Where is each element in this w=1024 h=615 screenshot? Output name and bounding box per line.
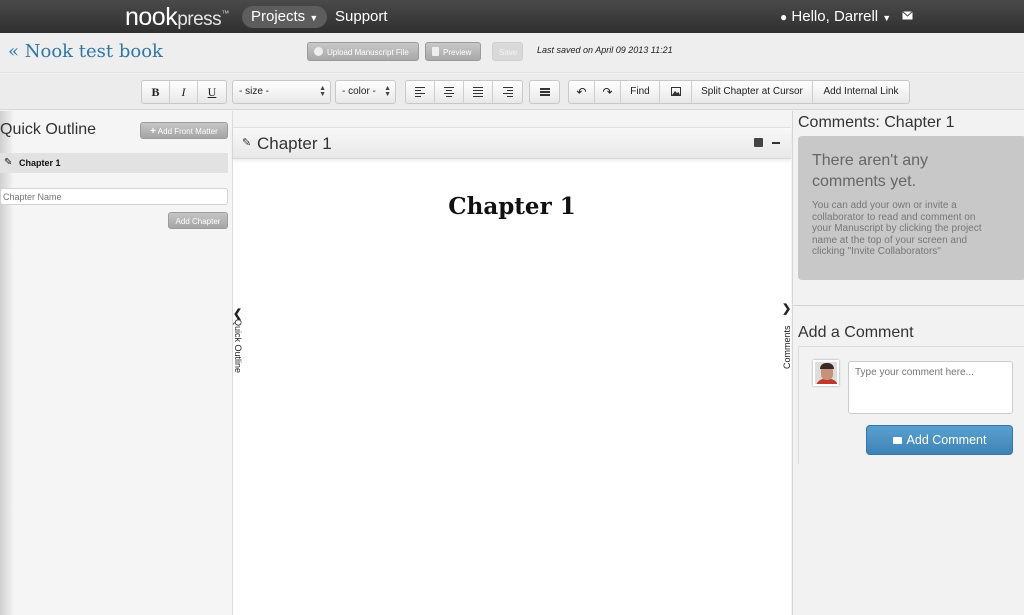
font-size-value: - size - (239, 86, 269, 97)
editor-toolbar: B I U - size - ▲ ▼ - color - ▲ ▼ ↶ ↷ Find … (0, 74, 1024, 110)
image-icon[interactable] (660, 81, 692, 103)
support-link[interactable]: Support (335, 6, 388, 28)
align-justify-icon[interactable] (464, 81, 493, 103)
add-front-matter-label: Add Front Matter (157, 127, 218, 136)
preview-label: Preview (443, 48, 472, 57)
chapter-editor: ✎ Chapter 1 Chapter 1 (233, 111, 791, 615)
align-center-icon[interactable] (435, 81, 464, 103)
chapter-header: ✎ Chapter 1 (233, 127, 791, 159)
add-comment-button[interactable]: Add Comment (866, 425, 1013, 455)
list-group (529, 80, 560, 104)
font-color-select[interactable]: - color - ▲ ▼ (335, 80, 396, 104)
top-nav: nookpress™ Projects ▼ Support ● Hello, D… (0, 0, 1024, 33)
pencil-icon: ✎ (4, 157, 13, 168)
split-chapter-button[interactable]: Split Chapter at Cursor (692, 81, 813, 103)
chapter-header-title[interactable]: Chapter 1 (257, 134, 332, 154)
comments-panel: Comments: Chapter 1 There aren't any com… (792, 111, 1024, 615)
user-icon: ● (780, 10, 788, 24)
align-left-icon[interactable] (406, 81, 435, 103)
mail-icon[interactable] (902, 11, 913, 20)
no-comments-text: You can add your own or invite a collabo… (812, 200, 982, 257)
projects-label: Projects (251, 8, 306, 25)
add-comment-title: Add a Comment (798, 324, 914, 341)
select-arrows-icon: ▲ ▼ (384, 85, 391, 98)
edit-icon[interactable]: ✎ (242, 136, 251, 149)
user-menu[interactable]: ● Hello, Darrell ▼ (780, 6, 891, 29)
quick-outline-title: Quick Outline (0, 121, 97, 138)
save-button[interactable]: Save (492, 42, 523, 61)
font-color-value: - color - (342, 86, 376, 97)
select-arrows-icon: ▲ ▼ (319, 85, 326, 98)
logo-nook: nook (125, 3, 178, 31)
redo-icon[interactable]: ↷ (595, 81, 621, 103)
chevron-down-icon: ▼ (309, 13, 319, 23)
logo-tm: ™ (221, 9, 229, 18)
align-right-icon[interactable] (493, 81, 522, 103)
outline-chapter-item[interactable]: ✎ Chapter 1 (0, 153, 228, 173)
preview-icon (432, 47, 439, 56)
add-front-matter-button[interactable]: + Add Front Matter (140, 122, 228, 139)
comments-tab-label[interactable]: Comments (782, 325, 792, 369)
comments-toggle[interactable]: ❯ (782, 303, 792, 315)
projects-menu[interactable]: Projects ▼ (242, 6, 328, 28)
minimize-icon[interactable] (772, 142, 780, 144)
text-style-group: B I U (141, 80, 227, 104)
no-comments-heading: There aren't any comments yet. (812, 152, 929, 190)
bold-button[interactable]: B (142, 81, 170, 103)
editor-top-strip (233, 111, 791, 127)
comment-input[interactable] (848, 361, 1013, 414)
add-comment-label: Add Comment (906, 433, 987, 447)
comments-title: Comments: Chapter 1 (798, 114, 955, 131)
preview-button[interactable]: Preview (425, 42, 481, 61)
no-comments-box: There aren't any comments yet. You can a… (798, 136, 1024, 280)
actions-group: ↶ ↷ Find Split Chapter at Cursor Add Int… (568, 80, 910, 104)
add-comment-form: Add Comment (798, 346, 1024, 464)
upload-icon (314, 47, 323, 56)
comment-icon (892, 437, 902, 444)
outline-chapter-label: Chapter 1 (19, 158, 61, 168)
divider (793, 305, 1024, 306)
chapter-name-input[interactable] (0, 188, 228, 205)
alignment-group (405, 80, 523, 104)
plus-icon: + (150, 126, 157, 137)
book-title-link[interactable]: « Nook test book (8, 41, 163, 62)
undo-icon[interactable]: ↶ (569, 81, 595, 103)
last-saved-status: Last saved on April 09 2013 11:21 (537, 45, 673, 55)
logo-press: press (177, 9, 222, 30)
find-button[interactable]: Find (621, 81, 660, 103)
add-chapter-button[interactable]: Add Chapter (168, 212, 228, 229)
save-icon[interactable] (754, 138, 763, 147)
project-header: « Nook test book Upload Manuscript File … (0, 33, 1024, 73)
quick-outline-tab-label[interactable]: Quick Outline (233, 319, 243, 373)
upload-label: Upload Manuscript File (327, 48, 409, 57)
underline-button[interactable]: U (198, 81, 226, 103)
chevron-down-icon: ▼ (882, 13, 892, 23)
chevron-right-icon: ❯ (782, 303, 792, 315)
upload-manuscript-button[interactable]: Upload Manuscript File (307, 42, 419, 61)
document-heading[interactable]: Chapter 1 (233, 193, 791, 220)
quick-outline-panel: Quick Outline + Add Front Matter ✎ Chapt… (0, 111, 233, 615)
italic-button[interactable]: I (170, 81, 198, 103)
add-internal-link-button[interactable]: Add Internal Link (813, 81, 909, 103)
avatar (813, 360, 839, 386)
nook-press-logo[interactable]: nookpress™ (125, 3, 229, 32)
list-icon[interactable] (530, 81, 559, 103)
font-size-select[interactable]: - size - ▲ ▼ (232, 80, 331, 104)
greeting-label: Hello, Darrell (791, 8, 879, 25)
